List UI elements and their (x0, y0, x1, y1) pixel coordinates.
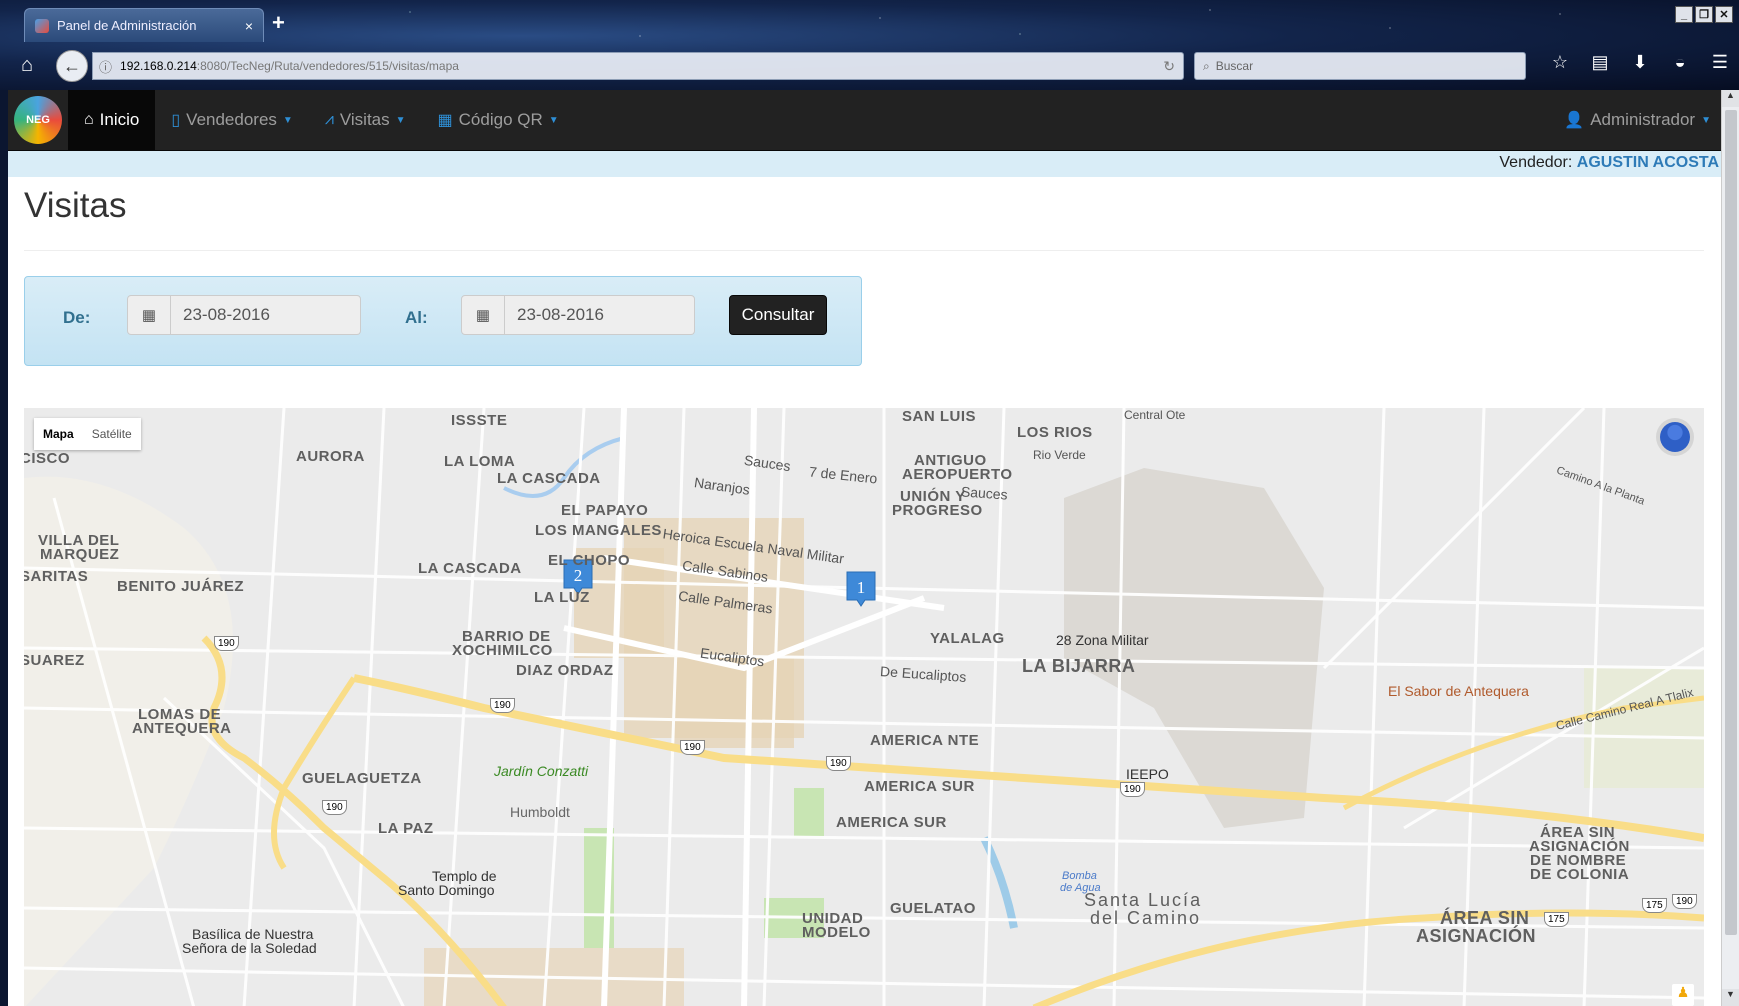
close-window-icon[interactable]: ✕ (1715, 6, 1733, 23)
home-browser-icon[interactable]: ⌂ (12, 54, 42, 77)
user-icon: 👤 (1564, 112, 1585, 129)
back-arrow-icon[interactable]: ← (56, 50, 88, 82)
browser-chrome: Panel de Administración × + _ ❐ ✕ ⌂ ← ⓘ … (0, 0, 1739, 90)
browser-search-input[interactable]: ⌕ Buscar (1194, 52, 1526, 80)
page-title: Visitas (24, 186, 127, 225)
title-divider (24, 250, 1704, 251)
url-bar[interactable]: ⓘ 192.168.0.214 :8080/TecNeg/Ruta/vended… (92, 52, 1184, 80)
new-tab-button[interactable]: + (272, 10, 285, 36)
street-view-icon[interactable] (1656, 418, 1694, 456)
pocket-icon[interactable]: ◒ (1667, 52, 1693, 73)
calendar-icon[interactable]: ▦ (127, 295, 171, 335)
reload-icon[interactable]: ↻ (1163, 58, 1175, 75)
marker-2-label: 2 (574, 566, 583, 585)
home-icon: ⌂ (84, 111, 94, 128)
menu-hamburger-icon[interactable]: ☰ (1707, 52, 1733, 73)
to-label: Al: (405, 308, 428, 327)
nav-visitas[interactable]: ⩘ Visitas ▼ (309, 90, 422, 150)
caret-down-icon: ▼ (282, 114, 293, 126)
scroll-down-icon[interactable]: ▼ (1722, 989, 1739, 1006)
favicon-icon (35, 18, 49, 33)
from-date-input[interactable]: 23-08-2016 (171, 295, 361, 335)
browser-tab[interactable]: Panel de Administración × (24, 8, 264, 42)
scroll-thumb[interactable] (1725, 110, 1737, 935)
caret-down-icon: ▼ (395, 114, 406, 126)
nav-inicio-label: Inicio (99, 110, 140, 129)
close-tab-icon[interactable]: × (245, 18, 253, 34)
vendor-info-bar: Vendedor: AGUSTIN ACOSTA (8, 151, 1721, 177)
consultar-button[interactable]: Consultar (729, 295, 827, 335)
nav-user-menu[interactable]: 👤 Administrador ▼ (1548, 90, 1721, 150)
caret-down-icon: ▼ (548, 114, 559, 126)
to-date-input[interactable]: 23-08-2016 (505, 295, 695, 335)
search-placeholder: Buscar (1215, 59, 1254, 73)
restore-icon[interactable]: ❐ (1695, 6, 1713, 23)
nav-codigo-qr-label: Código QR (458, 110, 543, 129)
pegman-icon[interactable]: ♟ (1672, 984, 1694, 1006)
scroll-up-icon[interactable]: ▲ (1722, 90, 1739, 107)
browser-toolbar: ⌂ ← ⓘ 192.168.0.214 :8080/TecNeg/Ruta/ve… (0, 46, 1739, 86)
map-type-satelite-button[interactable]: Satélite (83, 418, 141, 450)
road-icon: ⩘ (324, 111, 334, 128)
from-label: De: (63, 308, 91, 327)
download-icon[interactable]: ⬇ (1627, 52, 1653, 73)
vendor-name: AGUSTIN ACOSTA (1576, 154, 1719, 171)
brand-logo-link[interactable]: NEG (8, 90, 68, 150)
nav-vendedores-label: Vendedores (186, 110, 277, 129)
to-date-group: ▦ 23-08-2016 (461, 295, 695, 335)
tab-title: Panel de Administración (57, 18, 197, 33)
map-type-mapa-button[interactable]: Mapa (34, 418, 83, 450)
marker-1-label: 1 (857, 578, 866, 597)
reading-list-icon[interactable]: ▤ (1587, 52, 1613, 73)
nav-visitas-label: Visitas (339, 110, 390, 129)
nav-inicio[interactable]: ⌂ Inicio (68, 90, 156, 150)
visits-map[interactable]: 2 1 ISSSTE AURORA LA LOMA LA CASCADA EL … (24, 408, 1704, 1006)
mobile-icon: ▯ (171, 112, 181, 129)
page-viewport: NEG ⌂ Inicio ▯ Vendedores ▼ ⩘ Visitas ▼ … (8, 90, 1721, 1006)
nav-codigo-qr[interactable]: ▦ Código QR ▼ (422, 90, 575, 150)
qrcode-icon: ▦ (437, 112, 453, 129)
caret-down-icon: ▼ (1701, 114, 1711, 126)
page-scrollbar[interactable]: ▲ ▼ (1721, 90, 1739, 1006)
map-canvas[interactable]: 2 1 (24, 408, 1704, 1006)
url-path: :8080/TecNeg/Ruta/vendedores/515/visitas… (196, 59, 459, 73)
info-icon[interactable]: ⓘ (99, 57, 112, 76)
brand-logo: NEG (14, 96, 62, 144)
search-icon: ⌕ (1203, 58, 1210, 73)
url-host: 192.168.0.214 (120, 59, 197, 73)
main-navbar: NEG ⌂ Inicio ▯ Vendedores ▼ ⩘ Visitas ▼ … (8, 90, 1721, 151)
nav-vendedores[interactable]: ▯ Vendedores ▼ (155, 90, 308, 150)
map-type-control: Mapa Satélite (34, 418, 141, 450)
window-controls: _ ❐ ✕ (1675, 6, 1733, 23)
nav-user-label: Administrador (1590, 110, 1696, 129)
calendar-icon[interactable]: ▦ (461, 295, 505, 335)
minimize-icon[interactable]: _ (1675, 6, 1693, 23)
from-date-group: ▦ 23-08-2016 (127, 295, 361, 335)
toolbar-actions: ☆ ▤ ⬇ ◒ ☰ (1547, 52, 1733, 73)
bookmark-star-icon[interactable]: ☆ (1547, 52, 1573, 73)
date-filter-form: De: ▦ 23-08-2016 Al: ▦ 23-08-2016 Consul… (24, 276, 862, 366)
vendor-label: Vendedor: (1499, 154, 1573, 171)
